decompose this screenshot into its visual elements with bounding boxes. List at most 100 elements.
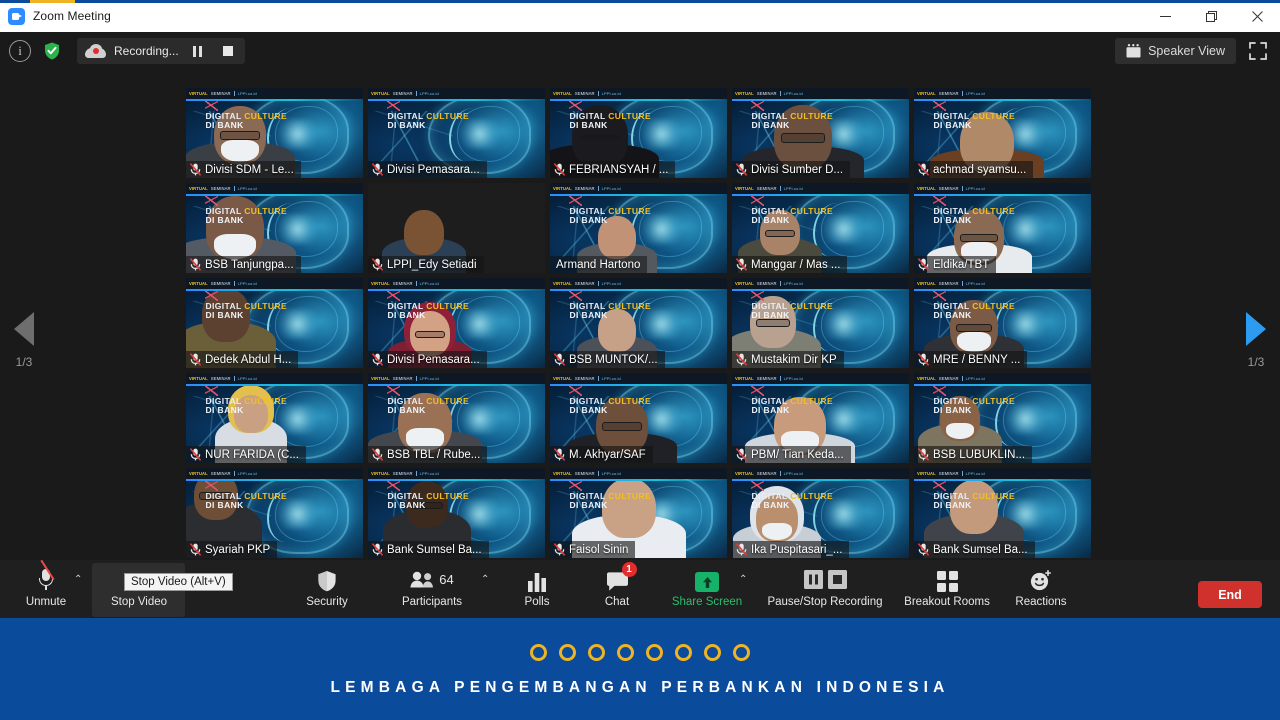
gallery-prev-page-label: 1/3 [15,355,33,369]
mic-muted-icon [189,163,202,176]
chat-unread-badge: 1 [621,562,637,577]
recording-indicator: Recording... [77,38,245,64]
bird-logo-icon [569,480,583,491]
share-screen-button[interactable]: Share Screen [672,566,742,614]
virtual-background-title: DIGITAL CULTURE DI BANK [569,111,652,130]
polls-button[interactable]: Polls [512,566,562,614]
share-screen-options-caret-icon[interactable]: ⌃ [739,574,747,585]
participants-button[interactable]: 64 Participants [398,566,466,614]
virtual-background-title: DIGITAL CULTURE DI BANK [933,206,1016,225]
participant-tile[interactable]: VIRTUAL SEMINAR LPPI.co.id DIGITAL CULTU… [186,183,363,273]
mic-muted-icon [917,448,930,461]
participant-name: Armand Hartono [556,258,641,271]
participant-name-bar: BSB MUNTOK/... [550,351,665,368]
participant-tile[interactable]: VIRTUAL SEMINAR LPPI.co.id DIGITAL CULTU… [186,278,363,368]
end-meeting-button[interactable]: End [1198,581,1262,608]
pause-icon[interactable] [187,40,209,62]
virtual-background-title: DIGITAL CULTURE DI BANK [205,491,288,510]
participant-name: BSB Tanjungpa... [205,258,294,271]
audio-options-caret-icon[interactable]: ⌃ [74,574,82,585]
participant-tile[interactable]: VIRTUAL SEMINAR LPPI.co.id DIGITAL CULTU… [550,88,727,178]
mic-muted-icon [371,258,384,271]
close-icon[interactable] [1234,0,1280,32]
participant-name-bar: Mustakim Dir KP [732,351,844,368]
speaker-view-label: Speaker View [1148,44,1225,58]
participant-tile[interactable]: VIRTUAL SEMINAR LPPI.co.id DIGITAL CULTU… [732,88,909,178]
participant-tile[interactable]: VIRTUAL SEMINAR LPPI.co.id DIGITAL CULTU… [368,88,545,178]
virtual-background-brand-strip: VIRTUAL SEMINAR LPPI.co.id [732,278,909,289]
participant-name: Dedek Abdul H... [205,353,292,366]
participant-tile[interactable]: VIRTUAL SEMINAR LPPI.co.id DIGITAL CULTU… [914,468,1091,558]
virtual-background-brand-strip: VIRTUAL SEMINAR LPPI.co.id [914,373,1091,384]
security-button[interactable]: Security [296,566,358,614]
participant-tile[interactable]: VIRTUAL SEMINAR LPPI.co.id DIGITAL CULTU… [914,88,1091,178]
participant-tile[interactable]: VIRTUAL SEMINAR LPPI.co.id DIGITAL CULTU… [914,183,1091,273]
virtual-background-title: DIGITAL CULTURE DI BANK [751,491,834,510]
mic-muted-icon [735,163,748,176]
virtual-background-brand-strip: VIRTUAL SEMINAR LPPI.co.id [550,278,727,289]
participant-tile[interactable]: LPPI_Edy Setiadi [368,183,545,273]
security-button-label: Security [306,596,348,608]
participant-name: BSB LUBUKLIN... [933,448,1026,461]
participants-button-label: Participants [401,596,463,608]
fullscreen-icon[interactable] [1246,39,1270,63]
participant-tile[interactable]: VIRTUAL SEMINAR LPPI.co.id DIGITAL CULTU… [914,373,1091,463]
participant-tile[interactable]: VIRTUAL SEMINAR LPPI.co.id DIGITAL CULTU… [186,88,363,178]
banner-dot [559,643,576,661]
chevron-right-arrow-icon [1246,312,1266,346]
share-screen-button-label: Share Screen [671,596,743,608]
participant-tile[interactable]: VIRTUAL SEMINAR LPPI.co.id DIGITAL CULTU… [550,278,727,368]
participant-tile[interactable]: VIRTUAL SEMINAR LPPI.co.id DIGITAL CULTU… [368,373,545,463]
participant-tile[interactable]: VIRTUAL SEMINAR LPPI.co.id DIGITAL CULTU… [732,373,909,463]
chevron-left-arrow-icon [14,312,34,346]
chat-button[interactable]: 1 Chat [592,562,642,614]
participant-name: Faisol Sinin [569,543,629,556]
window-title: Zoom Meeting [33,9,111,23]
participant-tile[interactable]: VIRTUAL SEMINAR LPPI.co.id DIGITAL CULTU… [914,278,1091,368]
virtual-background-brand-strip: VIRTUAL SEMINAR LPPI.co.id [550,183,727,194]
titlebar-accent-yellow [30,0,75,3]
participant-name-bar: Divisi Sumber D... [732,161,851,178]
info-icon[interactable]: i [9,40,31,62]
participant-tile[interactable]: VIRTUAL SEMINAR LPPI.co.id DIGITAL CULTU… [186,468,363,558]
speaker-view-button[interactable]: Speaker View [1115,38,1236,64]
participant-tile[interactable]: VIRTUAL SEMINAR LPPI.co.id DIGITAL CULTU… [186,373,363,463]
virtual-background-title: DIGITAL CULTURE DI BANK [205,301,288,320]
participant-name: Mustakim Dir KP [751,353,837,366]
participant-tile[interactable]: VIRTUAL SEMINAR LPPI.co.id DIGITAL CULTU… [732,183,909,273]
virtual-background-title: DIGITAL CULTURE DI BANK [387,491,470,510]
reactions-button[interactable]: Reactions [1006,566,1076,614]
participant-tile[interactable]: VIRTUAL SEMINAR LPPI.co.id DIGITAL CULTU… [550,468,727,558]
mic-muted-icon [553,353,566,366]
maximize-icon[interactable] [1188,0,1234,32]
recording-control-button[interactable]: Pause/Stop Recording [760,566,890,614]
participant-name-bar: Dedek Abdul H... [186,351,299,368]
gallery-prev-page[interactable]: 1/3 [14,312,34,369]
recording-control-label: Pause/Stop Recording [767,596,883,608]
participant-tile[interactable]: VIRTUAL SEMINAR LPPI.co.id DIGITAL CULTU… [550,373,727,463]
recording-label: Recording... [114,44,179,58]
minimize-icon[interactable] [1142,0,1188,32]
virtual-background-brand-strip: VIRTUAL SEMINAR LPPI.co.id [186,88,363,99]
stop-icon[interactable] [217,40,239,62]
shield-check-icon[interactable] [41,40,63,62]
mic-muted-icon [189,353,202,366]
participant-name: BSB TBL / Rube... [387,448,481,461]
bird-logo-icon [751,290,765,301]
participant-name: Divisi SDM - Le... [205,163,294,176]
bird-logo-icon [387,385,401,396]
participant-tile[interactable]: VIRTUAL SEMINAR LPPI.co.id DIGITAL CULTU… [368,468,545,558]
bird-logo-icon [205,480,219,491]
participant-tile[interactable]: VIRTUAL SEMINAR LPPI.co.id DIGITAL CULTU… [368,278,545,368]
virtual-background-title: DIGITAL CULTURE DI BANK [751,111,834,130]
chat-button-label: Chat [604,596,630,608]
participant-tile[interactable]: VIRTUAL SEMINAR LPPI.co.id DIGITAL CULTU… [550,183,727,273]
video-button-tooltip: Stop Video (Alt+V) [124,573,233,591]
gallery-next-page[interactable]: 1/3 [1246,312,1266,369]
participants-options-caret-icon[interactable]: ⌃ [481,574,489,585]
breakout-rooms-button[interactable]: Breakout Rooms [894,566,1000,614]
audio-button[interactable]: Unmute [22,559,70,614]
bird-logo-icon [933,385,947,396]
participant-tile[interactable]: VIRTUAL SEMINAR LPPI.co.id DIGITAL CULTU… [732,278,909,368]
participant-tile[interactable]: VIRTUAL SEMINAR LPPI.co.id DIGITAL CULTU… [732,468,909,558]
